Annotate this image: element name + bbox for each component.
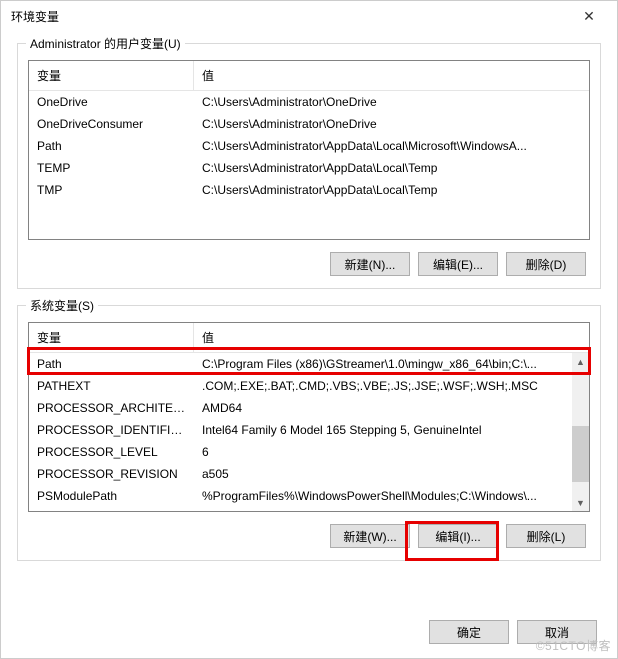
env-vars-dialog: 环境变量 ✕ Administrator 的用户变量(U) 变量 值 OneDr… xyxy=(0,0,618,659)
system-buttons: 新建(W)... 编辑(I)... 删除(L) xyxy=(28,524,590,548)
close-icon[interactable]: ✕ xyxy=(569,8,609,25)
table-row[interactable]: PATHEXT.COM;.EXE;.BAT;.CMD;.VBS;.VBE;.JS… xyxy=(29,375,572,397)
user-variables-group: Administrator 的用户变量(U) 变量 值 OneDriveC:\U… xyxy=(17,43,601,289)
table-row[interactable]: PathC:\Program Files (x86)\GStreamer\1.0… xyxy=(29,353,572,375)
scroll-up-icon[interactable]: ▲ xyxy=(572,353,589,370)
table-row[interactable]: PROCESSOR_LEVEL6 xyxy=(29,441,572,463)
table-row[interactable]: TEMPC:\Users\Administrator\AppData\Local… xyxy=(29,157,589,179)
table-row[interactable]: PROCESSOR_IDENTIFIERIntel64 Family 6 Mod… xyxy=(29,419,572,441)
system-delete-button[interactable]: 删除(L) xyxy=(506,524,586,548)
user-edit-button[interactable]: 编辑(E)... xyxy=(418,252,498,276)
dialog-content: Administrator 的用户变量(U) 变量 值 OneDriveC:\U… xyxy=(1,31,617,610)
col-variable[interactable]: 变量 xyxy=(29,323,194,352)
titlebar: 环境变量 ✕ xyxy=(1,1,617,31)
user-table-header: 变量 值 xyxy=(29,61,589,91)
system-table-header: 变量 值 xyxy=(29,323,589,353)
table-row[interactable]: OneDriveConsumerC:\Users\Administrator\O… xyxy=(29,113,589,135)
scroll-track[interactable] xyxy=(572,370,589,494)
user-delete-button[interactable]: 删除(D) xyxy=(506,252,586,276)
col-value[interactable]: 值 xyxy=(194,323,589,352)
vertical-scrollbar[interactable]: ▲ ▼ xyxy=(572,353,589,511)
watermark-text: ©51CTO博客 xyxy=(536,637,611,654)
col-value[interactable]: 值 xyxy=(194,61,589,90)
dialog-title: 环境变量 xyxy=(11,8,569,25)
user-group-legend: Administrator 的用户变量(U) xyxy=(26,35,185,52)
table-row[interactable]: PSModulePath%ProgramFiles%\WindowsPowerS… xyxy=(29,485,572,507)
col-variable[interactable]: 变量 xyxy=(29,61,194,90)
system-table-body: PathC:\Program Files (x86)\GStreamer\1.0… xyxy=(29,353,589,511)
table-row[interactable]: PathC:\Users\Administrator\AppData\Local… xyxy=(29,135,589,157)
user-table-body: OneDriveC:\Users\Administrator\OneDrive … xyxy=(29,91,589,239)
user-buttons: 新建(N)... 编辑(E)... 删除(D) xyxy=(28,252,590,276)
system-edit-button[interactable]: 编辑(I)... xyxy=(418,524,498,548)
system-variables-table[interactable]: 变量 值 PathC:\Program Files (x86)\GStreame… xyxy=(28,322,590,512)
table-row[interactable]: PROCESSOR_REVISIONa505 xyxy=(29,463,572,485)
table-row[interactable]: PROCESSOR_ARCHITECT...AMD64 xyxy=(29,397,572,419)
user-variables-table[interactable]: 变量 值 OneDriveC:\Users\Administrator\OneD… xyxy=(28,60,590,240)
scroll-thumb[interactable] xyxy=(572,426,589,482)
system-new-button[interactable]: 新建(W)... xyxy=(330,524,410,548)
system-variables-group: 系统变量(S) 变量 值 PathC:\Program Files (x86)\… xyxy=(17,305,601,561)
scroll-down-icon[interactable]: ▼ xyxy=(572,494,589,511)
ok-button[interactable]: 确定 xyxy=(429,620,509,644)
user-new-button[interactable]: 新建(N)... xyxy=(330,252,410,276)
table-row[interactable]: OneDriveC:\Users\Administrator\OneDrive xyxy=(29,91,589,113)
table-row[interactable]: TMPC:\Users\Administrator\AppData\Local\… xyxy=(29,179,589,201)
system-group-legend: 系统变量(S) xyxy=(26,297,98,314)
dialog-footer: 确定 取消 xyxy=(1,610,617,658)
